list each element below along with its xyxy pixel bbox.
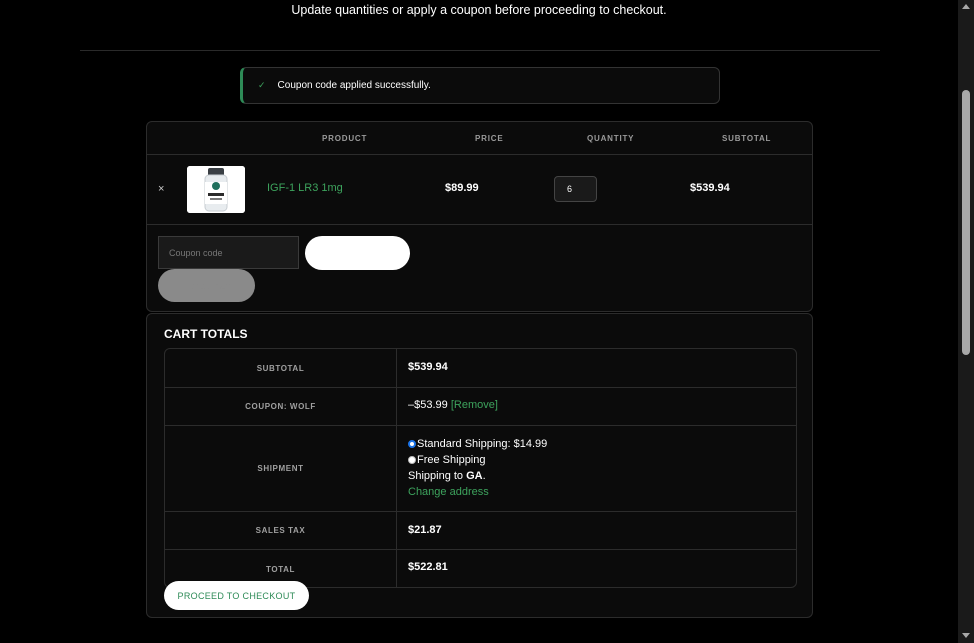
scroll-down-icon[interactable]: [962, 633, 970, 638]
item-price: $89.99: [445, 182, 479, 194]
cart-totals-title: CART TOTALS: [164, 327, 248, 341]
cart-table: PRODUCT PRICE QUANTITY SUBTOTAL × IGF-1 …: [146, 121, 813, 312]
header-subtotal: SUBTOTAL: [722, 134, 772, 143]
shipping-option-standard[interactable]: Standard Shipping: $14.99: [408, 436, 547, 452]
coupon-code-input[interactable]: [158, 236, 299, 269]
shipment-label: SHIPMENT: [165, 426, 397, 511]
product-name-link[interactable]: IGF-1 LR3 1mg: [267, 182, 343, 194]
header-price: PRICE: [475, 134, 504, 143]
update-cart-button[interactable]: Update cart: [158, 269, 255, 302]
header-quantity: QUANTITY: [587, 134, 635, 143]
radio-unselected-icon[interactable]: [408, 456, 416, 464]
item-subtotal: $539.94: [690, 182, 730, 194]
product-thumbnail[interactable]: [187, 166, 245, 213]
sales-tax-label: SALES TAX: [165, 512, 397, 549]
sales-tax-row: SALES TAX $21.87: [165, 512, 796, 550]
divider: [80, 50, 880, 51]
header-product: PRODUCT: [322, 134, 368, 143]
scrollbar-thumb[interactable]: [962, 90, 970, 355]
coupon-row: COUPON: WOLF –$53.99 [Remove]: [165, 388, 796, 426]
coupon-value-cell: –$53.99 [Remove]: [408, 399, 498, 411]
change-address-link[interactable]: Change address: [408, 486, 489, 498]
scroll-up-icon[interactable]: [962, 4, 970, 9]
totals-table: SUBTOTAL $539.94 COUPON: WOLF –$53.99 [R…: [164, 348, 797, 588]
shipping-to-suffix: .: [482, 470, 486, 482]
cart-table-header: PRODUCT PRICE QUANTITY SUBTOTAL: [147, 122, 812, 155]
shipping-standard-label: Standard Shipping: $14.99: [417, 438, 548, 450]
change-address-wrap: Change address: [408, 484, 547, 500]
page-scrollbar[interactable]: [958, 0, 974, 643]
shipping-option-free[interactable]: Free Shipping: [408, 452, 547, 468]
notice-text: Coupon code applied successfully.: [277, 80, 431, 91]
subtotal-label: SUBTOTAL: [165, 349, 397, 387]
shipping-to-prefix: Shipping to: [408, 470, 464, 482]
radio-selected-icon[interactable]: [408, 440, 416, 448]
cart-totals-panel: CART TOTALS SUBTOTAL $539.94 COUPON: WOL…: [146, 313, 813, 618]
sales-tax-value: $21.87: [408, 524, 442, 536]
proceed-to-checkout-button[interactable]: PROCEED TO CHECKOUT: [164, 581, 309, 610]
total-value: $522.81: [408, 561, 448, 573]
shipment-options: Standard Shipping: $14.99 Free Shipping …: [408, 436, 547, 500]
shipment-row: SHIPMENT Standard Shipping: $14.99 Free …: [165, 426, 796, 512]
coupon-discount: –$53.99: [408, 399, 448, 411]
quantity-input[interactable]: [554, 176, 597, 202]
shipping-free-label: Free Shipping: [417, 454, 486, 466]
cart-intro-text: Update quantities or apply a coupon befo…: [291, 3, 667, 17]
shipping-state: GA: [466, 470, 483, 482]
cart-item-row: × IGF-1 LR3 1mg $89.99 $539.94: [147, 155, 812, 225]
subtotal-value: $539.94: [408, 361, 448, 373]
apply-coupon-button[interactable]: Apply coupon: [305, 236, 410, 270]
remove-item-button[interactable]: ×: [158, 183, 164, 195]
subtotal-row: SUBTOTAL $539.94: [165, 349, 796, 388]
remove-coupon-link[interactable]: [Remove]: [451, 399, 498, 411]
shipping-destination: Shipping to GA.: [408, 468, 547, 484]
coupon-label: COUPON: WOLF: [165, 388, 397, 425]
check-icon: ✓: [258, 80, 266, 90]
success-notice: ✓ Coupon code applied successfully.: [240, 67, 720, 104]
